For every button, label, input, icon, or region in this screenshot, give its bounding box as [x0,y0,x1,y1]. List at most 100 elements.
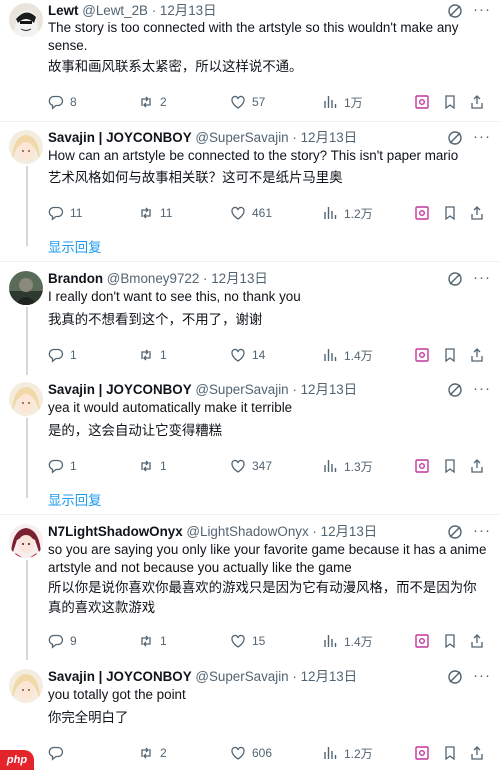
bookmark-button[interactable] [442,204,464,222]
share-button[interactable] [469,204,491,222]
post-date[interactable]: 12月13日 [301,130,358,145]
grok-action-button[interactable] [414,93,436,111]
like-button[interactable]: 15 [230,632,265,650]
reply-button[interactable]: 9 [48,632,77,650]
display-name[interactable]: Savajin | JOYCONBOY [48,669,192,684]
grok-pink-icon [415,459,429,473]
share-button[interactable] [469,93,491,111]
reply-button[interactable]: 8 [48,93,77,111]
user-handle[interactable]: @LightShadowOnyx [186,524,308,539]
more-options-icon[interactable]: ··· [473,2,491,19]
repost-count: 1 [160,459,167,473]
display-name[interactable]: Brandon [48,271,103,286]
user-handle[interactable]: @SuperSavajin [195,669,288,684]
grok-icon[interactable] [447,669,463,685]
avatar[interactable] [9,382,43,416]
bookmark-button[interactable] [442,457,464,475]
avatar[interactable] [9,524,43,558]
avatar[interactable] [9,130,43,164]
share-button[interactable] [469,346,491,364]
grok-action-button[interactable] [414,204,436,222]
more-options-icon[interactable]: ··· [473,523,491,540]
bookmark-button[interactable] [442,632,464,650]
post-translation: 所以你是说你喜欢你最喜欢的游戏只是因为它有动漫风格，而不是因为你真的喜欢这款游戏 [48,581,477,616]
avatar[interactable] [9,669,43,703]
reply-count: 1 [70,348,77,362]
blonde-anime-avatar-icon [9,669,43,703]
grok-action-button[interactable] [414,346,436,364]
grok-action-button[interactable] [414,457,436,475]
like-button[interactable]: 57 [230,93,265,111]
repost-button[interactable]: 1 [138,346,167,364]
grok-icon[interactable] [447,382,463,398]
post-header: Brandon @Bmoney9722 · 12月13日 [48,270,451,288]
avatar[interactable] [9,271,43,305]
show-replies-link[interactable]: 显示回复 [48,236,102,256]
grok-action-button[interactable] [414,744,436,762]
bookmark-button[interactable] [442,346,464,364]
display-name[interactable]: Savajin | JOYCONBOY [48,130,192,145]
grok-icon[interactable] [447,271,463,287]
separator-dot: · [203,271,208,286]
views-button[interactable]: 1.3万 [322,457,373,475]
view-count: 1.4万 [344,634,373,649]
post-date[interactable]: 12月13日 [160,3,217,18]
user-handle[interactable]: @Lewt_2B [82,3,148,18]
share-button[interactable] [469,457,491,475]
views-button[interactable]: 1万 [322,93,363,111]
views-button[interactable]: 1.4万 [322,346,373,364]
action-bar: 8 2 57 1万 [48,93,488,111]
heart-icon [231,746,245,760]
post-date[interactable]: 12月13日 [321,524,378,539]
avatar[interactable] [9,3,43,37]
bookmark-button[interactable] [442,744,464,762]
show-replies-link[interactable]: 显示回复 [48,489,102,509]
post-date[interactable]: 12月13日 [211,271,268,286]
reply-button[interactable]: 11 [48,204,82,222]
repost-button[interactable]: 2 [138,744,167,762]
grok-icon[interactable] [447,524,463,540]
reply-button[interactable]: 1 [48,457,77,475]
post-date[interactable]: 12月13日 [301,382,358,397]
share-button[interactable] [469,744,491,762]
post-date[interactable]: 12月13日 [301,669,358,684]
post-translation: 你完全明白了 [48,711,129,726]
user-handle[interactable]: @SuperSavajin [195,130,288,145]
grok-icon[interactable] [447,130,463,146]
views-button[interactable]: 1.2万 [322,744,373,762]
heart-icon [231,459,245,473]
like-button[interactable]: 461 [230,204,272,222]
display-name[interactable]: Lewt [48,3,79,18]
repost-icon [141,747,151,759]
heart-icon [231,348,245,362]
repost-button[interactable]: 1 [138,457,167,475]
more-options-icon[interactable]: ··· [473,668,491,685]
reply-button[interactable]: 1 [48,346,77,364]
repost-button[interactable]: 1 [138,632,167,650]
user-handle[interactable]: @Bmoney9722 [107,271,200,286]
display-name[interactable]: Savajin | JOYCONBOY [48,382,192,397]
display-name[interactable]: N7LightShadowOnyx [48,524,183,539]
repost-button[interactable]: 2 [138,93,167,111]
grok-icon[interactable] [447,3,463,19]
share-button[interactable] [469,632,491,650]
more-options-icon[interactable]: ··· [473,270,491,287]
more-options-icon[interactable]: ··· [473,381,491,398]
separator-dot: · [312,524,317,539]
reply-button[interactable] [48,744,70,762]
like-button[interactable]: 14 [230,346,265,364]
views-button[interactable]: 1.4万 [322,632,373,650]
share-icon [471,95,483,109]
post-text: you totally got the point [48,687,186,702]
user-handle[interactable]: @SuperSavajin [195,382,288,397]
php-watermark-badge: php [0,750,34,770]
grok-action-button[interactable] [414,632,436,650]
like-count: 461 [252,206,273,220]
bookmark-button[interactable] [442,93,464,111]
like-button[interactable]: 606 [230,744,272,762]
more-options-icon[interactable]: ··· [473,129,491,146]
views-button[interactable]: 1.2万 [322,204,373,222]
repost-button[interactable]: 11 [138,204,172,222]
like-button[interactable]: 347 [230,457,272,475]
separator-dot: · [292,130,297,145]
